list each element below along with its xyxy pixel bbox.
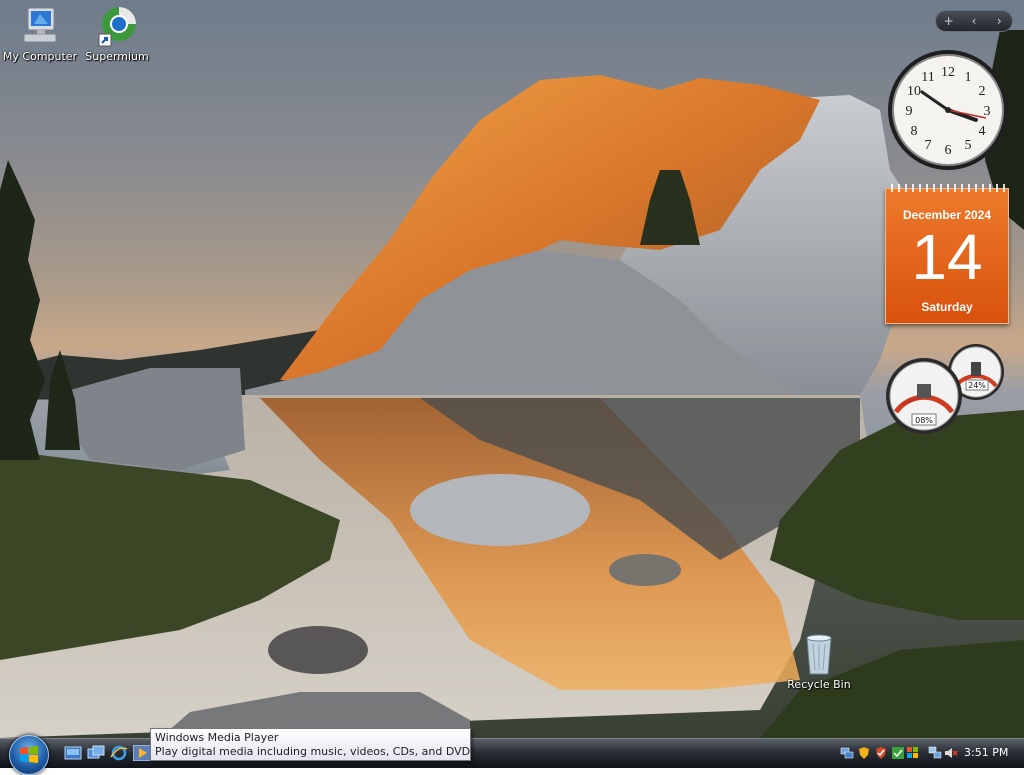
memory-percent: 24% — [968, 381, 986, 390]
start-button[interactable] — [9, 735, 49, 775]
cpu-meter-dials: 24% 08% — [886, 344, 1004, 434]
clock-number-8: 8 — [911, 124, 918, 139]
clock-number-11: 11 — [921, 70, 934, 85]
clock-number-6: 6 — [945, 143, 952, 158]
clock-number-2: 2 — [979, 84, 986, 99]
taskbar-tooltip: Windows Media Player Play digital media … — [150, 728, 480, 761]
clock-face: 12 1 2 3 4 5 6 7 8 9 10 11 — [888, 50, 1008, 170]
taskbar-clock[interactable]: 3:51 PM — [964, 746, 1008, 759]
show-desktop-icon[interactable] — [64, 745, 82, 761]
tooltip-description: Play digital media including music, vide… — [155, 745, 480, 758]
cpu-percent: 08% — [915, 416, 933, 425]
sidebar-controls: + ‹ › — [935, 10, 1013, 32]
recycle-bin-icon — [806, 634, 832, 675]
calendar-gadget[interactable]: December 2024 14 Saturday — [885, 184, 1010, 324]
windows-logo-icon — [20, 746, 38, 763]
clock-number-10: 10 — [907, 84, 921, 99]
clock-gadget[interactable]: 12 1 2 3 4 5 6 7 8 9 10 11 — [886, 48, 1010, 172]
shield-check-icon[interactable] — [874, 746, 888, 760]
clock-number-7: 7 — [925, 138, 932, 153]
supermium-browser-icon — [98, 7, 136, 47]
switch-windows-icon[interactable] — [87, 745, 105, 761]
memory-icon — [971, 362, 981, 376]
windows-update-icon[interactable] — [906, 746, 920, 760]
calendar-day-number: 14 — [911, 221, 983, 293]
my-computer-desktop-icon[interactable]: My Computer — [0, 4, 80, 63]
previous-gadgets-button[interactable]: ‹ — [961, 14, 986, 28]
clock-number-5: 5 — [965, 138, 972, 153]
security-shield-icon[interactable] — [857, 746, 871, 760]
wallpaper-landscape — [0, 30, 1024, 738]
internet-explorer-icon[interactable] — [110, 745, 128, 761]
cpu-icon — [917, 384, 931, 398]
supermium-desktop-icon[interactable]: Supermium — [77, 4, 157, 63]
clock-number-9: 9 — [906, 104, 913, 119]
calendar-weekday: Saturday — [921, 300, 973, 314]
my-computer-label: My Computer — [2, 50, 78, 63]
computer-icon — [23, 7, 57, 43]
network-connections-icon[interactable] — [928, 746, 942, 760]
recycle-bin-desktop-icon[interactable]: Recycle Bin — [779, 632, 859, 691]
clock-number-12: 12 — [941, 65, 955, 80]
network-icon[interactable] — [840, 746, 854, 760]
calendar-binding — [886, 184, 1010, 192]
next-gadgets-button[interactable]: › — [987, 14, 1012, 28]
cpu-meter-gadget[interactable]: 24% 08% — [884, 342, 1012, 436]
clock-number-1: 1 — [965, 70, 972, 85]
download-status-icon[interactable] — [891, 746, 905, 760]
add-gadget-button[interactable]: + — [936, 14, 961, 28]
recycle-bin-label: Recycle Bin — [787, 678, 851, 691]
clock-number-3: 3 — [984, 104, 991, 119]
desktop[interactable]: My Computer Supermium + ‹ › 12 1 2 3 4 5… — [0, 0, 1024, 738]
clock-number-4: 4 — [979, 124, 986, 139]
volume-muted-icon[interactable] — [944, 746, 958, 760]
calendar-month-year: December 2024 — [902, 208, 992, 222]
supermium-label: Supermium — [85, 50, 149, 63]
windows-media-player-icon[interactable] — [133, 745, 151, 761]
tooltip-title: Windows Media Player — [155, 731, 279, 744]
